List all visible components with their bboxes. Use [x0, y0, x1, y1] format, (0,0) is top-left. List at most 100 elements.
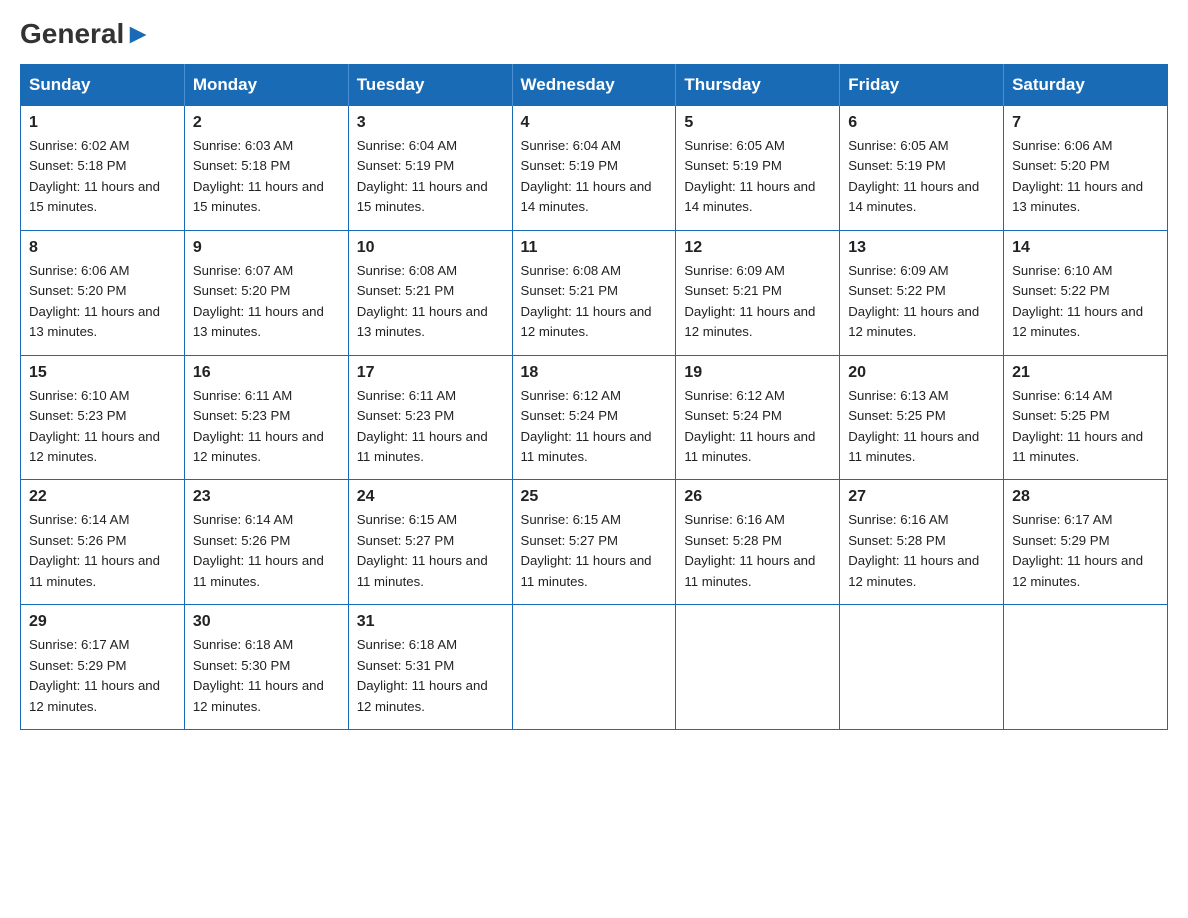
calendar-cell: 14 Sunrise: 6:10 AM Sunset: 5:22 PM Dayl… — [1004, 230, 1168, 355]
sunrise-label: Sunrise: 6:16 AM — [684, 512, 784, 527]
daylight-label: Daylight: 11 hours and 12 minutes. — [848, 304, 979, 339]
day-info: Sunrise: 6:16 AM Sunset: 5:28 PM Dayligh… — [684, 510, 831, 592]
calendar-cell: 2 Sunrise: 6:03 AM Sunset: 5:18 PM Dayli… — [184, 106, 348, 231]
week-row-1: 1 Sunrise: 6:02 AM Sunset: 5:18 PM Dayli… — [21, 106, 1168, 231]
day-info: Sunrise: 6:09 AM Sunset: 5:22 PM Dayligh… — [848, 261, 995, 343]
day-info: Sunrise: 6:09 AM Sunset: 5:21 PM Dayligh… — [684, 261, 831, 343]
calendar-cell — [840, 605, 1004, 730]
day-info: Sunrise: 6:13 AM Sunset: 5:25 PM Dayligh… — [848, 386, 995, 468]
sunset-label: Sunset: 5:19 PM — [848, 158, 946, 173]
sunset-label: Sunset: 5:19 PM — [684, 158, 782, 173]
sunset-label: Sunset: 5:27 PM — [521, 533, 619, 548]
sunrise-label: Sunrise: 6:07 AM — [193, 263, 293, 278]
day-number: 4 — [521, 114, 668, 132]
sunset-label: Sunset: 5:22 PM — [848, 283, 946, 298]
sunset-label: Sunset: 5:21 PM — [684, 283, 782, 298]
day-number: 17 — [357, 364, 504, 382]
day-number: 22 — [29, 488, 176, 506]
day-number: 26 — [684, 488, 831, 506]
sunset-label: Sunset: 5:19 PM — [357, 158, 455, 173]
calendar-cell: 19 Sunrise: 6:12 AM Sunset: 5:24 PM Dayl… — [676, 355, 840, 480]
daylight-label: Daylight: 11 hours and 15 minutes. — [193, 179, 324, 214]
page-header: General► — [20, 20, 1168, 46]
day-info: Sunrise: 6:18 AM Sunset: 5:30 PM Dayligh… — [193, 635, 340, 717]
day-info: Sunrise: 6:04 AM Sunset: 5:19 PM Dayligh… — [357, 136, 504, 218]
day-info: Sunrise: 6:14 AM Sunset: 5:25 PM Dayligh… — [1012, 386, 1159, 468]
day-info: Sunrise: 6:11 AM Sunset: 5:23 PM Dayligh… — [193, 386, 340, 468]
calendar-cell: 24 Sunrise: 6:15 AM Sunset: 5:27 PM Dayl… — [348, 480, 512, 605]
sunrise-label: Sunrise: 6:15 AM — [357, 512, 457, 527]
day-number: 9 — [193, 239, 340, 257]
header-friday: Friday — [840, 65, 1004, 106]
calendar-cell: 15 Sunrise: 6:10 AM Sunset: 5:23 PM Dayl… — [21, 355, 185, 480]
calendar-cell: 3 Sunrise: 6:04 AM Sunset: 5:19 PM Dayli… — [348, 106, 512, 231]
sunrise-label: Sunrise: 6:10 AM — [1012, 263, 1112, 278]
sunrise-label: Sunrise: 6:04 AM — [521, 138, 621, 153]
daylight-label: Daylight: 11 hours and 15 minutes. — [357, 179, 488, 214]
sunset-label: Sunset: 5:28 PM — [684, 533, 782, 548]
calendar-cell: 18 Sunrise: 6:12 AM Sunset: 5:24 PM Dayl… — [512, 355, 676, 480]
sunset-label: Sunset: 5:18 PM — [193, 158, 291, 173]
day-info: Sunrise: 6:03 AM Sunset: 5:18 PM Dayligh… — [193, 136, 340, 218]
sunrise-label: Sunrise: 6:05 AM — [684, 138, 784, 153]
daylight-label: Daylight: 11 hours and 12 minutes. — [521, 304, 652, 339]
calendar-table: SundayMondayTuesdayWednesdayThursdayFrid… — [20, 64, 1168, 730]
sunset-label: Sunset: 5:23 PM — [193, 408, 291, 423]
sunrise-label: Sunrise: 6:17 AM — [29, 637, 129, 652]
header-monday: Monday — [184, 65, 348, 106]
sunrise-label: Sunrise: 6:14 AM — [193, 512, 293, 527]
daylight-label: Daylight: 11 hours and 14 minutes. — [684, 179, 815, 214]
sunrise-label: Sunrise: 6:04 AM — [357, 138, 457, 153]
daylight-label: Daylight: 11 hours and 11 minutes. — [193, 553, 324, 588]
header-thursday: Thursday — [676, 65, 840, 106]
day-number: 8 — [29, 239, 176, 257]
day-number: 20 — [848, 364, 995, 382]
daylight-label: Daylight: 11 hours and 11 minutes. — [684, 429, 815, 464]
daylight-label: Daylight: 11 hours and 12 minutes. — [1012, 304, 1143, 339]
sunrise-label: Sunrise: 6:12 AM — [684, 388, 784, 403]
calendar-cell: 22 Sunrise: 6:14 AM Sunset: 5:26 PM Dayl… — [21, 480, 185, 605]
calendar-cell: 11 Sunrise: 6:08 AM Sunset: 5:21 PM Dayl… — [512, 230, 676, 355]
sunset-label: Sunset: 5:29 PM — [1012, 533, 1110, 548]
sunrise-label: Sunrise: 6:05 AM — [848, 138, 948, 153]
sunset-label: Sunset: 5:30 PM — [193, 658, 291, 673]
sunrise-label: Sunrise: 6:14 AM — [1012, 388, 1112, 403]
day-info: Sunrise: 6:06 AM Sunset: 5:20 PM Dayligh… — [29, 261, 176, 343]
day-number: 2 — [193, 114, 340, 132]
day-number: 10 — [357, 239, 504, 257]
sunset-label: Sunset: 5:26 PM — [29, 533, 127, 548]
day-info: Sunrise: 6:12 AM Sunset: 5:24 PM Dayligh… — [521, 386, 668, 468]
sunrise-label: Sunrise: 6:09 AM — [684, 263, 784, 278]
day-number: 11 — [521, 239, 668, 257]
sunset-label: Sunset: 5:21 PM — [521, 283, 619, 298]
day-info: Sunrise: 6:11 AM Sunset: 5:23 PM Dayligh… — [357, 386, 504, 468]
day-info: Sunrise: 6:17 AM Sunset: 5:29 PM Dayligh… — [29, 635, 176, 717]
week-row-5: 29 Sunrise: 6:17 AM Sunset: 5:29 PM Dayl… — [21, 605, 1168, 730]
sunrise-label: Sunrise: 6:08 AM — [521, 263, 621, 278]
calendar-cell: 27 Sunrise: 6:16 AM Sunset: 5:28 PM Dayl… — [840, 480, 1004, 605]
sunset-label: Sunset: 5:26 PM — [193, 533, 291, 548]
sunrise-label: Sunrise: 6:02 AM — [29, 138, 129, 153]
day-info: Sunrise: 6:10 AM Sunset: 5:23 PM Dayligh… — [29, 386, 176, 468]
day-number: 6 — [848, 114, 995, 132]
sunset-label: Sunset: 5:23 PM — [29, 408, 127, 423]
header-sunday: Sunday — [21, 65, 185, 106]
calendar-cell: 30 Sunrise: 6:18 AM Sunset: 5:30 PM Dayl… — [184, 605, 348, 730]
calendar-cell: 5 Sunrise: 6:05 AM Sunset: 5:19 PM Dayli… — [676, 106, 840, 231]
day-info: Sunrise: 6:10 AM Sunset: 5:22 PM Dayligh… — [1012, 261, 1159, 343]
sunrise-label: Sunrise: 6:03 AM — [193, 138, 293, 153]
day-number: 21 — [1012, 364, 1159, 382]
daylight-label: Daylight: 11 hours and 12 minutes. — [848, 553, 979, 588]
day-number: 19 — [684, 364, 831, 382]
calendar-cell: 17 Sunrise: 6:11 AM Sunset: 5:23 PM Dayl… — [348, 355, 512, 480]
daylight-label: Daylight: 11 hours and 14 minutes. — [521, 179, 652, 214]
sunset-label: Sunset: 5:21 PM — [357, 283, 455, 298]
day-number: 16 — [193, 364, 340, 382]
sunrise-label: Sunrise: 6:14 AM — [29, 512, 129, 527]
day-number: 31 — [357, 613, 504, 631]
calendar-cell: 12 Sunrise: 6:09 AM Sunset: 5:21 PM Dayl… — [676, 230, 840, 355]
sunset-label: Sunset: 5:22 PM — [1012, 283, 1110, 298]
day-number: 1 — [29, 114, 176, 132]
logo-arrow-icon: ► — [124, 18, 152, 49]
day-info: Sunrise: 6:16 AM Sunset: 5:28 PM Dayligh… — [848, 510, 995, 592]
